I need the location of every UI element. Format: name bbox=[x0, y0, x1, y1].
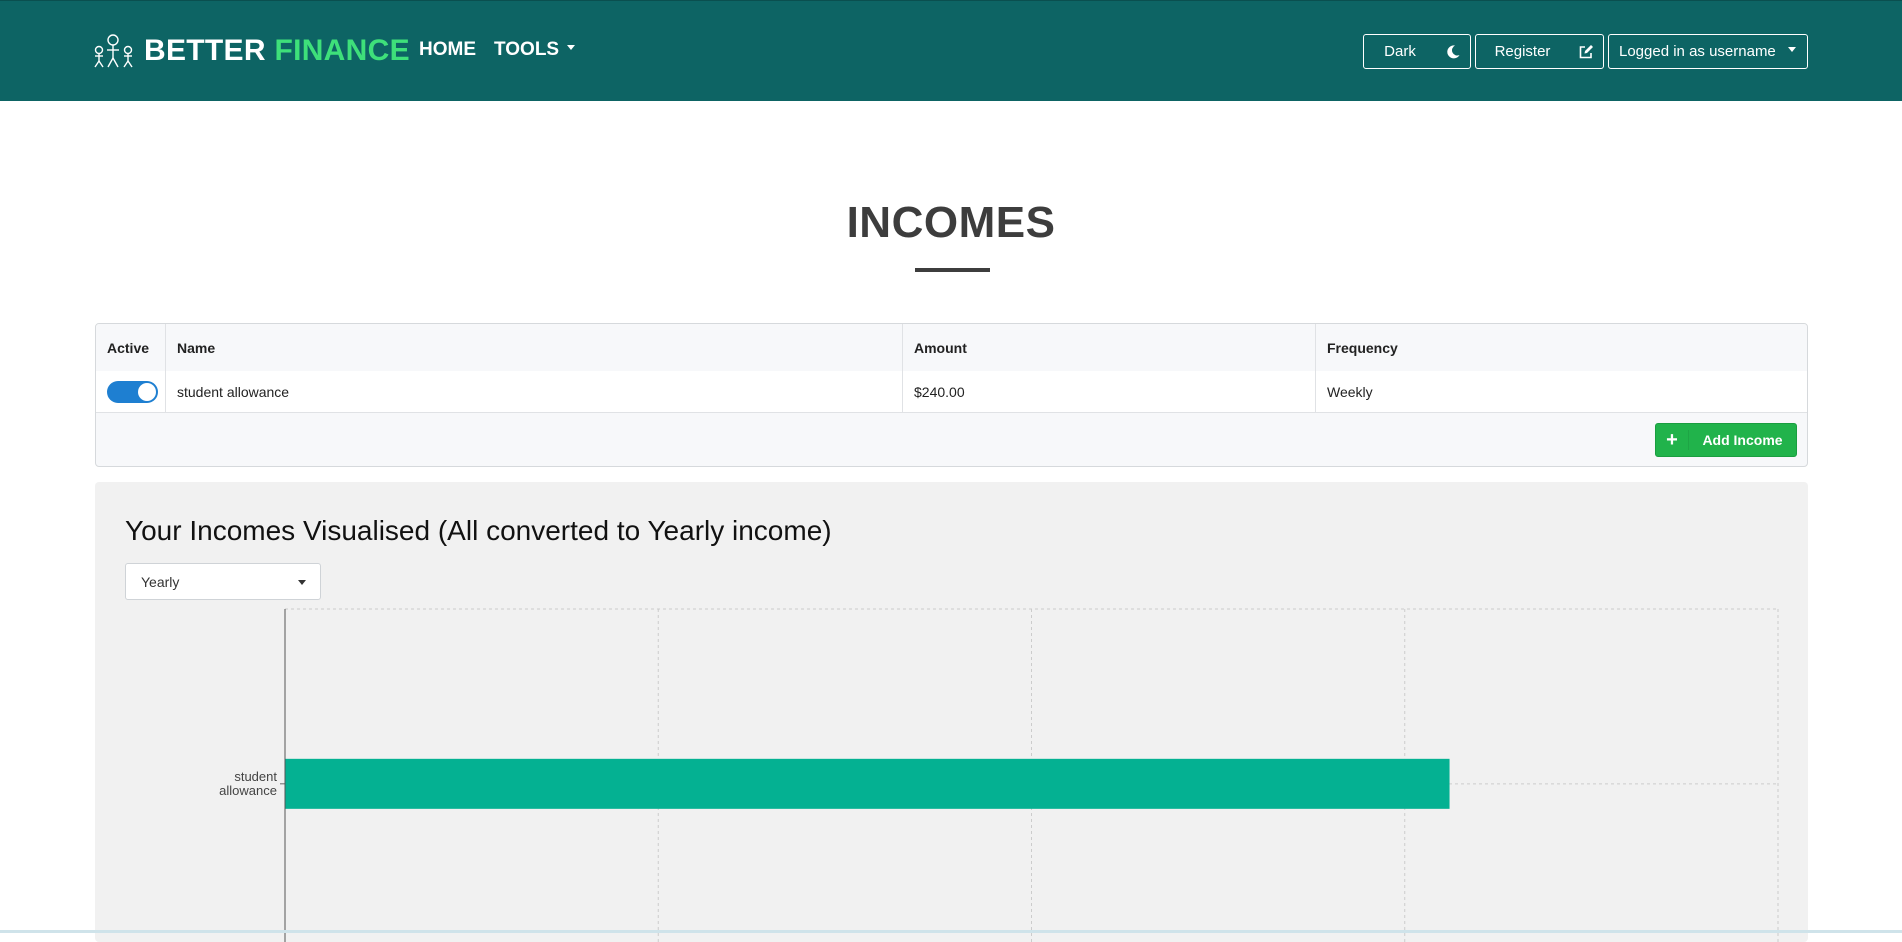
y-tick-label-line: student bbox=[234, 769, 277, 784]
user-menu-dropdown[interactable]: Logged in as username bbox=[1608, 34, 1808, 69]
plus-icon: + bbox=[1656, 430, 1689, 450]
y-tick-label-line: allowance bbox=[219, 783, 277, 798]
page-title: INCOMES bbox=[846, 198, 1056, 247]
brand-name-finance: FINANCE bbox=[274, 34, 410, 67]
header-amount: Amount bbox=[903, 324, 1316, 371]
add-income-label: Add Income bbox=[1702, 432, 1783, 448]
header-name: Name bbox=[166, 324, 903, 371]
table-row[interactable]: student allowance $240.00 Weekly bbox=[96, 371, 1807, 413]
active-cell bbox=[96, 371, 166, 412]
chevron-down-icon bbox=[1777, 35, 1807, 68]
moon-icon bbox=[1436, 35, 1470, 68]
toggle-knob bbox=[138, 382, 156, 401]
add-income-button[interactable]: + Add Income bbox=[1655, 423, 1797, 457]
nav-tools-label: TOOLS bbox=[494, 39, 560, 60]
income-bar-chart: student allowance bbox=[219, 608, 1779, 942]
income-amount[interactable]: $240.00 bbox=[903, 371, 1316, 412]
chart-bar bbox=[285, 758, 1450, 809]
table-header-row: Active Name Amount Frequency bbox=[96, 324, 1807, 372]
nav-home-link[interactable]: HOME bbox=[419, 39, 476, 61]
nav-tools-dropdown[interactable]: TOOLS bbox=[494, 39, 576, 61]
dark-mode-button[interactable]: Dark bbox=[1363, 34, 1471, 69]
y-tick-label: student allowance bbox=[219, 769, 277, 798]
income-name[interactable]: student allowance bbox=[166, 371, 903, 412]
income-frequency[interactable]: Weekly bbox=[1316, 371, 1807, 412]
brand-name-better: BETTER bbox=[144, 34, 266, 67]
brand-logo[interactable]: BETTER FINANCE bbox=[92, 31, 410, 71]
header-active: Active bbox=[96, 324, 166, 371]
register-label: Register bbox=[1494, 43, 1551, 60]
user-menu-label: Logged in as username bbox=[1619, 43, 1776, 60]
register-button[interactable]: Register bbox=[1475, 34, 1604, 69]
dark-mode-label: Dark bbox=[1384, 43, 1416, 60]
chevron-down-icon bbox=[567, 45, 576, 51]
header-frequency: Frequency bbox=[1327, 339, 1398, 356]
chart-card: Your Incomes Visualised (All converted t… bbox=[95, 482, 1808, 942]
incomes-table-card: Active Name Amount Frequency student all… bbox=[95, 323, 1808, 467]
edit-icon bbox=[1569, 35, 1603, 68]
stick-figures-icon bbox=[94, 34, 133, 68]
active-toggle[interactable] bbox=[107, 380, 158, 403]
top-navbar: BETTER FINANCE HOME TOOLS Dark Register … bbox=[0, 0, 1902, 101]
title-divider bbox=[915, 268, 990, 272]
